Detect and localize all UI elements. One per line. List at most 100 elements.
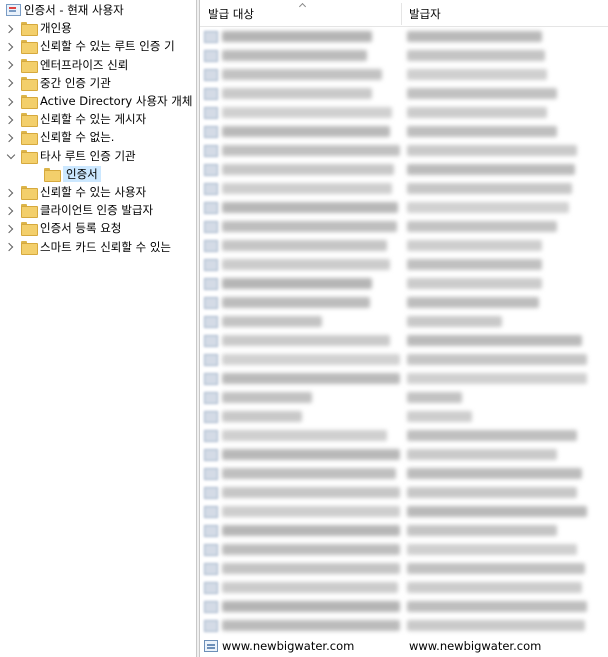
column-issued-by[interactable]: 발급자: [409, 0, 604, 27]
table-row[interactable]: [200, 483, 608, 502]
certificate-icon: [204, 429, 218, 442]
certificate-icon: [204, 201, 218, 214]
redacted-text: [407, 468, 582, 479]
redacted-text: [222, 601, 400, 612]
certificate-icon: [204, 277, 218, 290]
certificate-list[interactable]: 발급 대상 발급자 www.newbigwater.com www.newbigw…: [200, 0, 608, 657]
table-row[interactable]: [200, 312, 608, 331]
chevron-right-icon[interactable]: [5, 23, 15, 33]
table-row[interactable]: [200, 578, 608, 597]
table-row[interactable]: [200, 160, 608, 179]
redacted-text: [222, 373, 400, 384]
tree-item[interactable]: 신뢰할 수 있는 루트 인증 기: [5, 37, 175, 55]
table-row[interactable]: [200, 198, 608, 217]
redacted-text: [222, 107, 392, 118]
tree-root-certificates-current-user[interactable]: 인증서 - 현재 사용자: [2, 1, 124, 19]
table-row[interactable]: [200, 179, 608, 198]
table-row[interactable]: [200, 445, 608, 464]
redacted-text: [407, 601, 587, 612]
folder-icon: [21, 186, 38, 200]
column-divider[interactable]: [401, 3, 402, 25]
table-row[interactable]: www.newbigwater.com www.newbigwater.com: [200, 636, 608, 655]
issued-to-cell: [204, 122, 400, 141]
table-row[interactable]: [200, 84, 608, 103]
certificate-icon: [204, 562, 218, 575]
table-row[interactable]: [200, 388, 608, 407]
tree-item[interactable]: 신뢰할 수 있는 사용자: [5, 183, 146, 201]
tree-item[interactable]: Active Directory 사용자 개체: [5, 92, 192, 110]
issued-to-cell: [204, 46, 400, 65]
table-row[interactable]: [200, 236, 608, 255]
tree-item[interactable]: 스마트 카드 신뢰할 수 있는: [5, 238, 171, 256]
redacted-text: [407, 582, 582, 593]
table-row[interactable]: [200, 65, 608, 84]
redacted-text: [407, 221, 557, 232]
tree-item[interactable]: 인증서 등록 요청: [5, 219, 121, 237]
issued-to-cell: [204, 179, 400, 198]
tree-item[interactable]: 개인용: [5, 19, 72, 37]
table-row[interactable]: [200, 521, 608, 540]
table-row[interactable]: [200, 350, 608, 369]
tree-item[interactable]: 중간 인증 기관: [5, 74, 111, 92]
redacted-text: [222, 126, 390, 137]
issued-to-cell: [204, 65, 400, 84]
table-row[interactable]: [200, 540, 608, 559]
issued-to-cell: [204, 616, 400, 635]
redacted-text: [407, 525, 557, 536]
issued-by-text: www.newbigwater.com: [409, 638, 542, 653]
chevron-right-icon[interactable]: [5, 187, 15, 197]
issued-to-cell: [204, 236, 400, 255]
table-row[interactable]: [200, 426, 608, 445]
table-row[interactable]: [200, 369, 608, 388]
certificate-tree[interactable]: 인증서 - 현재 사용자개인용 신뢰할 수 있는 루트 인증 기 엔터프라이즈 신뢰…: [0, 0, 196, 657]
table-row[interactable]: [200, 559, 608, 578]
redacted-text: [222, 259, 390, 270]
redacted-text: [222, 316, 322, 327]
tree-root-label: 인증서 - 현재 사용자: [24, 3, 124, 17]
issued-to-cell: [204, 27, 400, 46]
chevron-right-icon[interactable]: [5, 60, 15, 70]
chevron-right-icon[interactable]: [5, 205, 15, 215]
issued-by-cell: [407, 426, 603, 445]
table-row[interactable]: [200, 46, 608, 65]
chevron-right-icon[interactable]: [5, 132, 15, 142]
chevron-right-icon[interactable]: [5, 96, 15, 106]
table-row[interactable]: [200, 293, 608, 312]
redacted-text: [222, 221, 397, 232]
chevron-down-icon[interactable]: [5, 151, 15, 161]
tree-item[interactable]: 엔터프라이즈 신뢰: [5, 56, 128, 74]
folder-icon: [44, 167, 61, 182]
table-row[interactable]: [200, 502, 608, 521]
issued-by-cell: [407, 369, 603, 388]
table-row[interactable]: [200, 141, 608, 160]
table-row[interactable]: [200, 274, 608, 293]
redacted-text: [407, 145, 577, 156]
table-row[interactable]: [200, 331, 608, 350]
table-row[interactable]: [200, 27, 608, 46]
table-row[interactable]: [200, 407, 608, 426]
tree-item[interactable]: 타사 루트 인증 기관: [5, 147, 136, 165]
table-row[interactable]: [200, 103, 608, 122]
chevron-right-icon[interactable]: [5, 223, 15, 233]
tree-item-certificates[interactable]: 인증서: [38, 165, 101, 183]
tree-item[interactable]: 신뢰할 수 있는 게시자: [5, 110, 146, 128]
redacted-text: [222, 88, 372, 99]
issued-by-cell: [407, 483, 603, 502]
tree-item-label: 중간 인증 기관: [40, 75, 111, 90]
chevron-right-icon[interactable]: [5, 41, 15, 51]
tree-item[interactable]: 클라이언트 인증 발급자: [5, 201, 153, 219]
chevron-right-icon[interactable]: [5, 78, 15, 88]
certificate-icon: [204, 49, 218, 62]
table-row[interactable]: [200, 122, 608, 141]
tree-item[interactable]: 신뢰할 수 없는.: [5, 128, 114, 146]
table-row[interactable]: [200, 616, 608, 635]
issued-to-cell: www.newbigwater.com: [204, 636, 400, 655]
table-row[interactable]: [200, 464, 608, 483]
chevron-right-icon[interactable]: [5, 242, 15, 252]
table-row[interactable]: [200, 255, 608, 274]
folder-icon: [21, 95, 38, 109]
table-row[interactable]: [200, 597, 608, 616]
certificate-icon: [204, 239, 218, 252]
chevron-right-icon[interactable]: [5, 114, 15, 124]
table-row[interactable]: [200, 217, 608, 236]
